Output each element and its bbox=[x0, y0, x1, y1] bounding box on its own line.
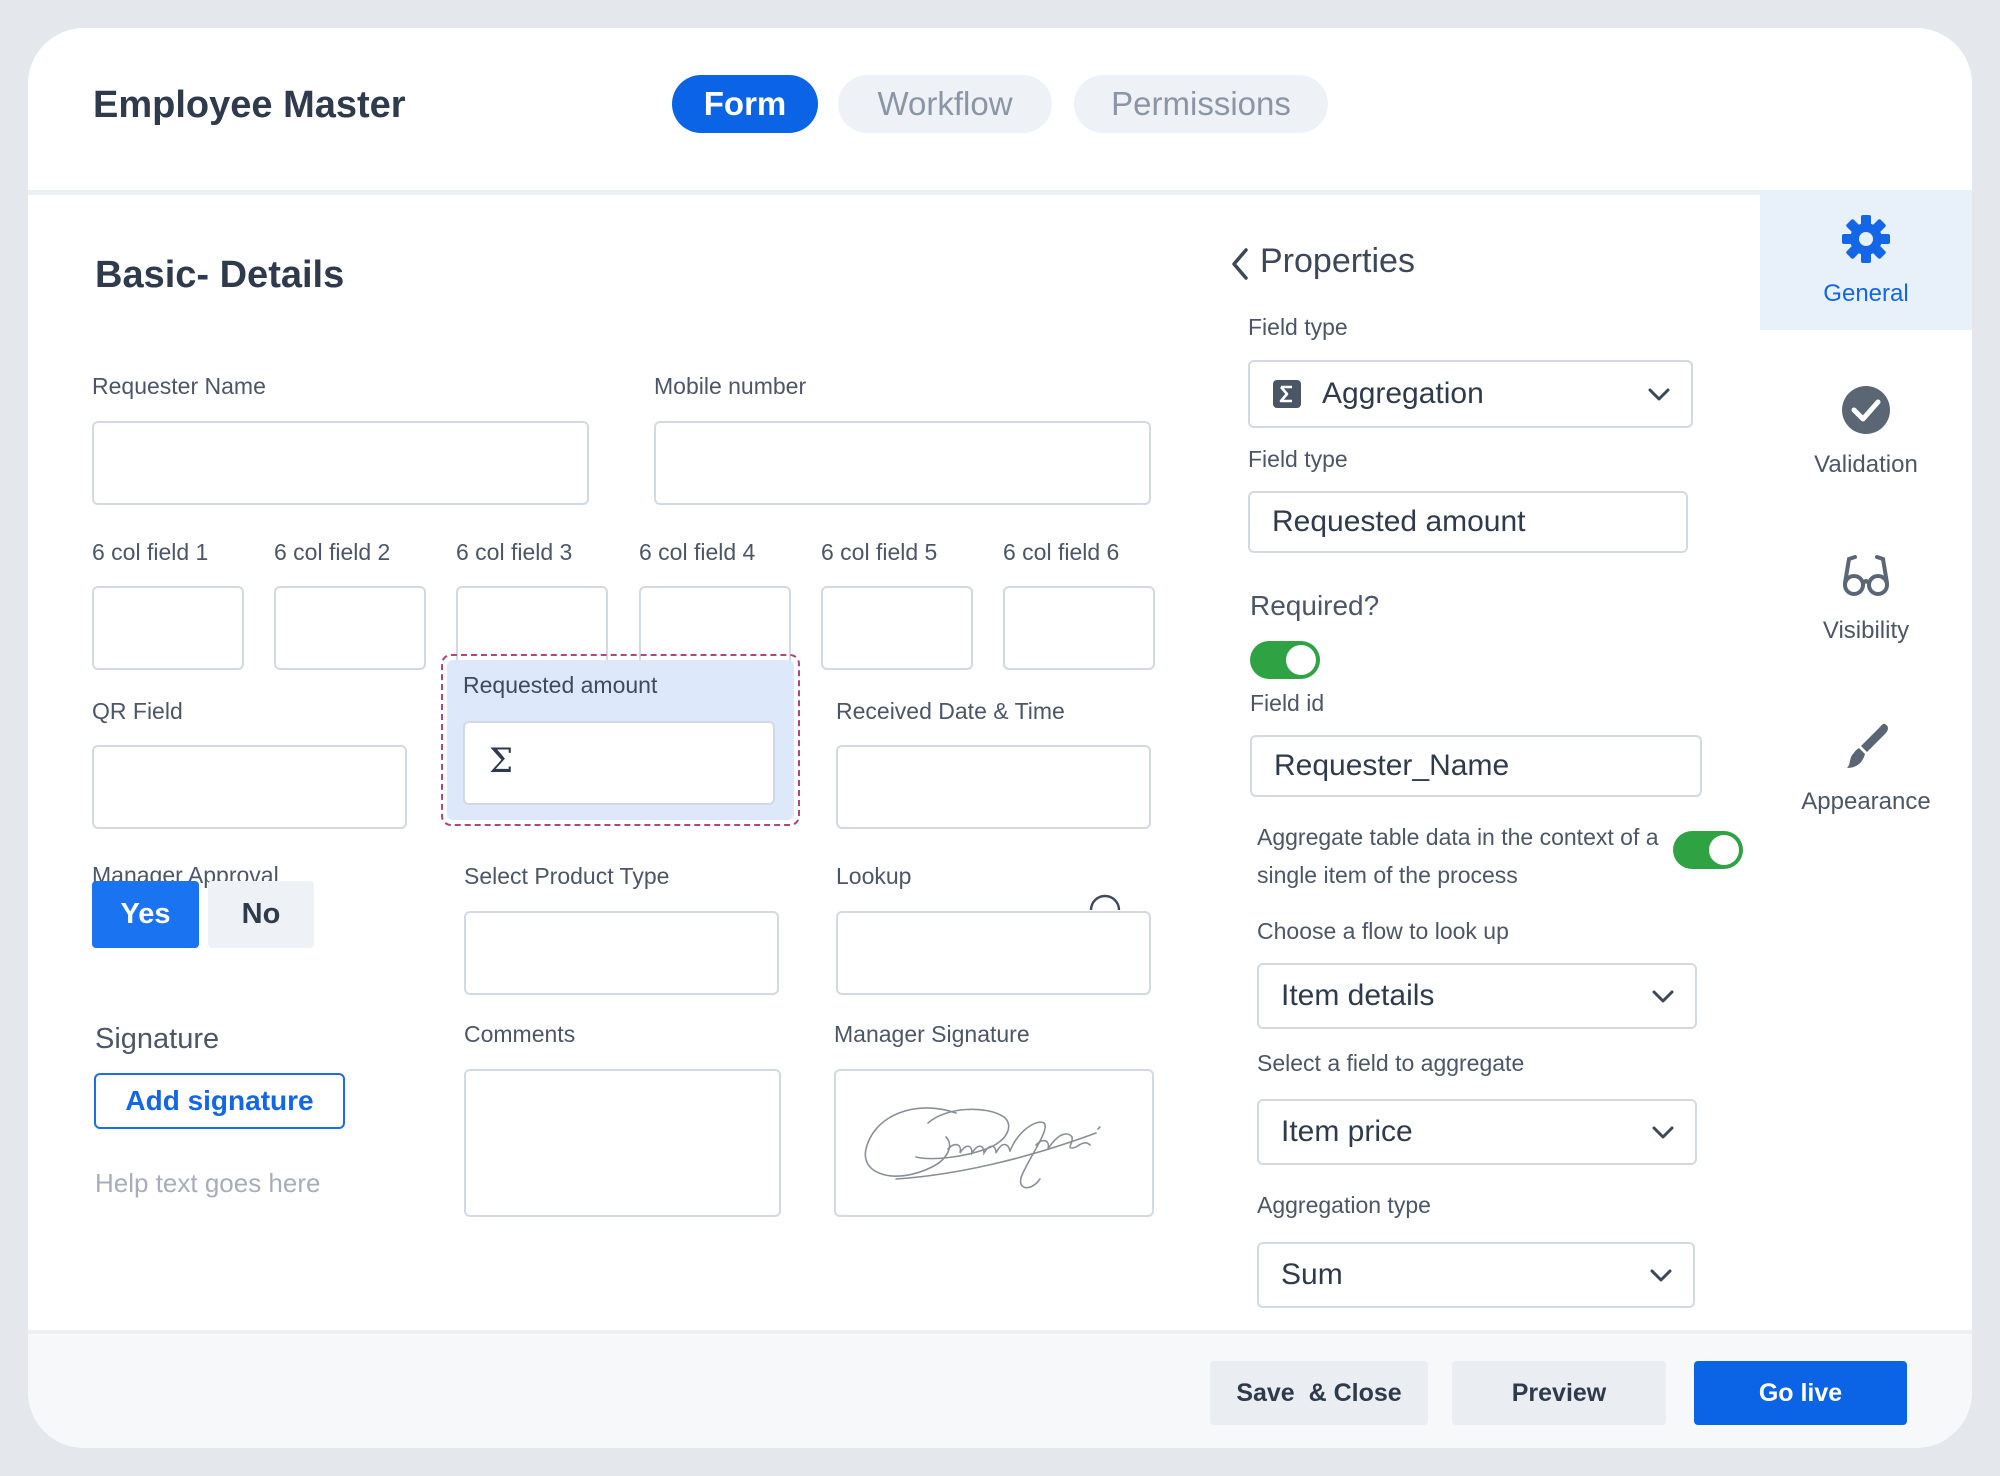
aggregate-field-value: Item price bbox=[1281, 1115, 1413, 1148]
signature-image bbox=[864, 1107, 1101, 1189]
rail-item-visibility[interactable]: Visibility bbox=[1760, 549, 1972, 645]
six-col-field-2-label: 6 col field 2 bbox=[274, 539, 391, 565]
select-product-type-input[interactable] bbox=[464, 911, 779, 995]
tab-permissions[interactable]: Permissions bbox=[1074, 75, 1328, 133]
save-close-button[interactable]: Save & Close bbox=[1210, 1361, 1428, 1425]
section-title: Basic- Details bbox=[95, 254, 345, 296]
six-col-field-1-input[interactable] bbox=[92, 586, 244, 670]
aggregate-context-toggle-knob bbox=[1709, 835, 1739, 865]
six-col-field-5-label: 6 col field 5 bbox=[821, 539, 938, 565]
select-product-type-label: Select Product Type bbox=[464, 863, 670, 889]
selected-field: Requested amount Σ bbox=[447, 660, 794, 820]
signature-help-text: Help text goes here bbox=[95, 1168, 321, 1198]
flow-value: Item details bbox=[1281, 979, 1435, 1012]
aggregate-context-text: Aggregate table data in the context of a… bbox=[1257, 824, 1659, 888]
required-toggle[interactable] bbox=[1250, 641, 1320, 679]
chevron-down-icon bbox=[1650, 1269, 1672, 1282]
selected-field-outline[interactable]: Requested amount Σ bbox=[441, 654, 800, 826]
mobile-number-label: Mobile number bbox=[654, 373, 807, 399]
aggregation-icon bbox=[1273, 380, 1301, 408]
rail-label-visibility: Visibility bbox=[1822, 617, 1910, 644]
six-col-field-1-label: 6 col field 1 bbox=[92, 539, 209, 565]
gear-icon bbox=[1842, 215, 1890, 263]
required-label: Required? bbox=[1250, 590, 1380, 621]
chevron-down-icon bbox=[1652, 1126, 1674, 1139]
aggregation-type-select[interactable]: Sum bbox=[1257, 1242, 1695, 1308]
six-col-field-4-label: 6 col field 4 bbox=[639, 539, 756, 565]
received-date-time-input[interactable] bbox=[836, 745, 1151, 829]
required-toggle-knob bbox=[1286, 645, 1316, 675]
chevron-left-icon[interactable] bbox=[1228, 246, 1252, 282]
rail-label-validation: Validation bbox=[1814, 451, 1918, 478]
tab-workflow[interactable]: Workflow bbox=[838, 75, 1052, 133]
rail-item-validation[interactable]: Validation bbox=[1760, 383, 1972, 479]
sigma-icon: Σ bbox=[489, 741, 514, 781]
qr-field-label: QR Field bbox=[92, 698, 183, 724]
aggregate-context-toggle[interactable] bbox=[1673, 831, 1743, 869]
aggregate-field-select[interactable]: Item price bbox=[1257, 1099, 1697, 1165]
aggregation-type-value: Sum bbox=[1281, 1258, 1343, 1291]
received-date-time-label: Received Date & Time bbox=[836, 698, 1065, 724]
comments-textarea[interactable] bbox=[464, 1069, 781, 1217]
six-col-field-2-input[interactable] bbox=[274, 586, 426, 670]
manager-signature-box[interactable] bbox=[834, 1069, 1154, 1217]
field-label-input[interactable]: Requested amount bbox=[1248, 491, 1688, 553]
rail-item-general[interactable]: General bbox=[1760, 212, 1972, 308]
six-col-field-5-input[interactable] bbox=[821, 586, 973, 670]
field-type-value: Aggregation bbox=[1322, 377, 1484, 410]
lookup-input[interactable] bbox=[836, 911, 1151, 995]
signature-title: Signature bbox=[95, 1023, 220, 1055]
comments-label: Comments bbox=[464, 1021, 576, 1047]
tab-form[interactable]: Form bbox=[672, 75, 818, 133]
six-col-field-3-label: 6 col field 3 bbox=[456, 539, 573, 565]
field-id-value: Requester_Name bbox=[1274, 749, 1510, 782]
six-col-field-6-label: 6 col field 6 bbox=[1003, 539, 1120, 565]
aggregation-type-label: Aggregation type bbox=[1257, 1192, 1431, 1218]
go-live-button[interactable]: Go live bbox=[1694, 1361, 1907, 1425]
requester-name-label: Requester Name bbox=[92, 373, 266, 399]
field-type-label: Field type bbox=[1248, 314, 1348, 340]
header: Employee Master Form Workflow Permission… bbox=[28, 28, 1972, 190]
qr-field-input[interactable] bbox=[92, 745, 407, 829]
rail-label-general: General bbox=[1823, 280, 1909, 307]
rail-label-appearance: Appearance bbox=[1801, 788, 1931, 815]
requested-amount-input[interactable]: Σ bbox=[463, 721, 775, 805]
check-circle-icon bbox=[1842, 386, 1890, 434]
glasses-icon bbox=[1843, 555, 1889, 596]
header-divider bbox=[28, 190, 1972, 195]
aggregate-field-label: Select a field to aggregate bbox=[1257, 1050, 1525, 1076]
approval-yes-button[interactable]: Yes bbox=[92, 881, 199, 948]
rail-item-appearance[interactable]: Appearance bbox=[1760, 720, 1972, 816]
properties-title: Properties bbox=[1260, 242, 1415, 280]
field-id-label: Field id bbox=[1250, 690, 1325, 716]
six-col-field-6-input[interactable] bbox=[1003, 586, 1155, 670]
field-type-select[interactable]: Aggregation bbox=[1248, 360, 1693, 428]
field-type-label-2: Field type bbox=[1248, 446, 1348, 472]
requester-name-input[interactable] bbox=[92, 421, 589, 505]
app-window: Employee Master Form Workflow Permission… bbox=[28, 28, 1972, 1448]
mobile-number-input[interactable] bbox=[654, 421, 1151, 505]
lookup-search-icon bbox=[1089, 894, 1121, 911]
footer bbox=[28, 1334, 1972, 1448]
field-label-value: Requested amount bbox=[1272, 505, 1526, 538]
approval-no-button[interactable]: No bbox=[208, 881, 314, 948]
preview-button[interactable]: Preview bbox=[1452, 1361, 1666, 1425]
page-title: Employee Master bbox=[93, 84, 406, 126]
requested-amount-label: Requested amount bbox=[463, 672, 658, 698]
flow-select[interactable]: Item details bbox=[1257, 963, 1697, 1029]
field-id-input[interactable]: Requester_Name bbox=[1250, 735, 1702, 797]
flow-label: Choose a flow to look up bbox=[1257, 918, 1509, 944]
lookup-label: Lookup bbox=[836, 863, 912, 889]
chevron-down-icon bbox=[1652, 990, 1674, 1003]
paintbrush-icon bbox=[1847, 723, 1888, 768]
chevron-down-icon bbox=[1648, 388, 1670, 401]
manager-signature-label: Manager Signature bbox=[834, 1021, 1030, 1047]
add-signature-button[interactable]: Add signature bbox=[94, 1073, 345, 1129]
